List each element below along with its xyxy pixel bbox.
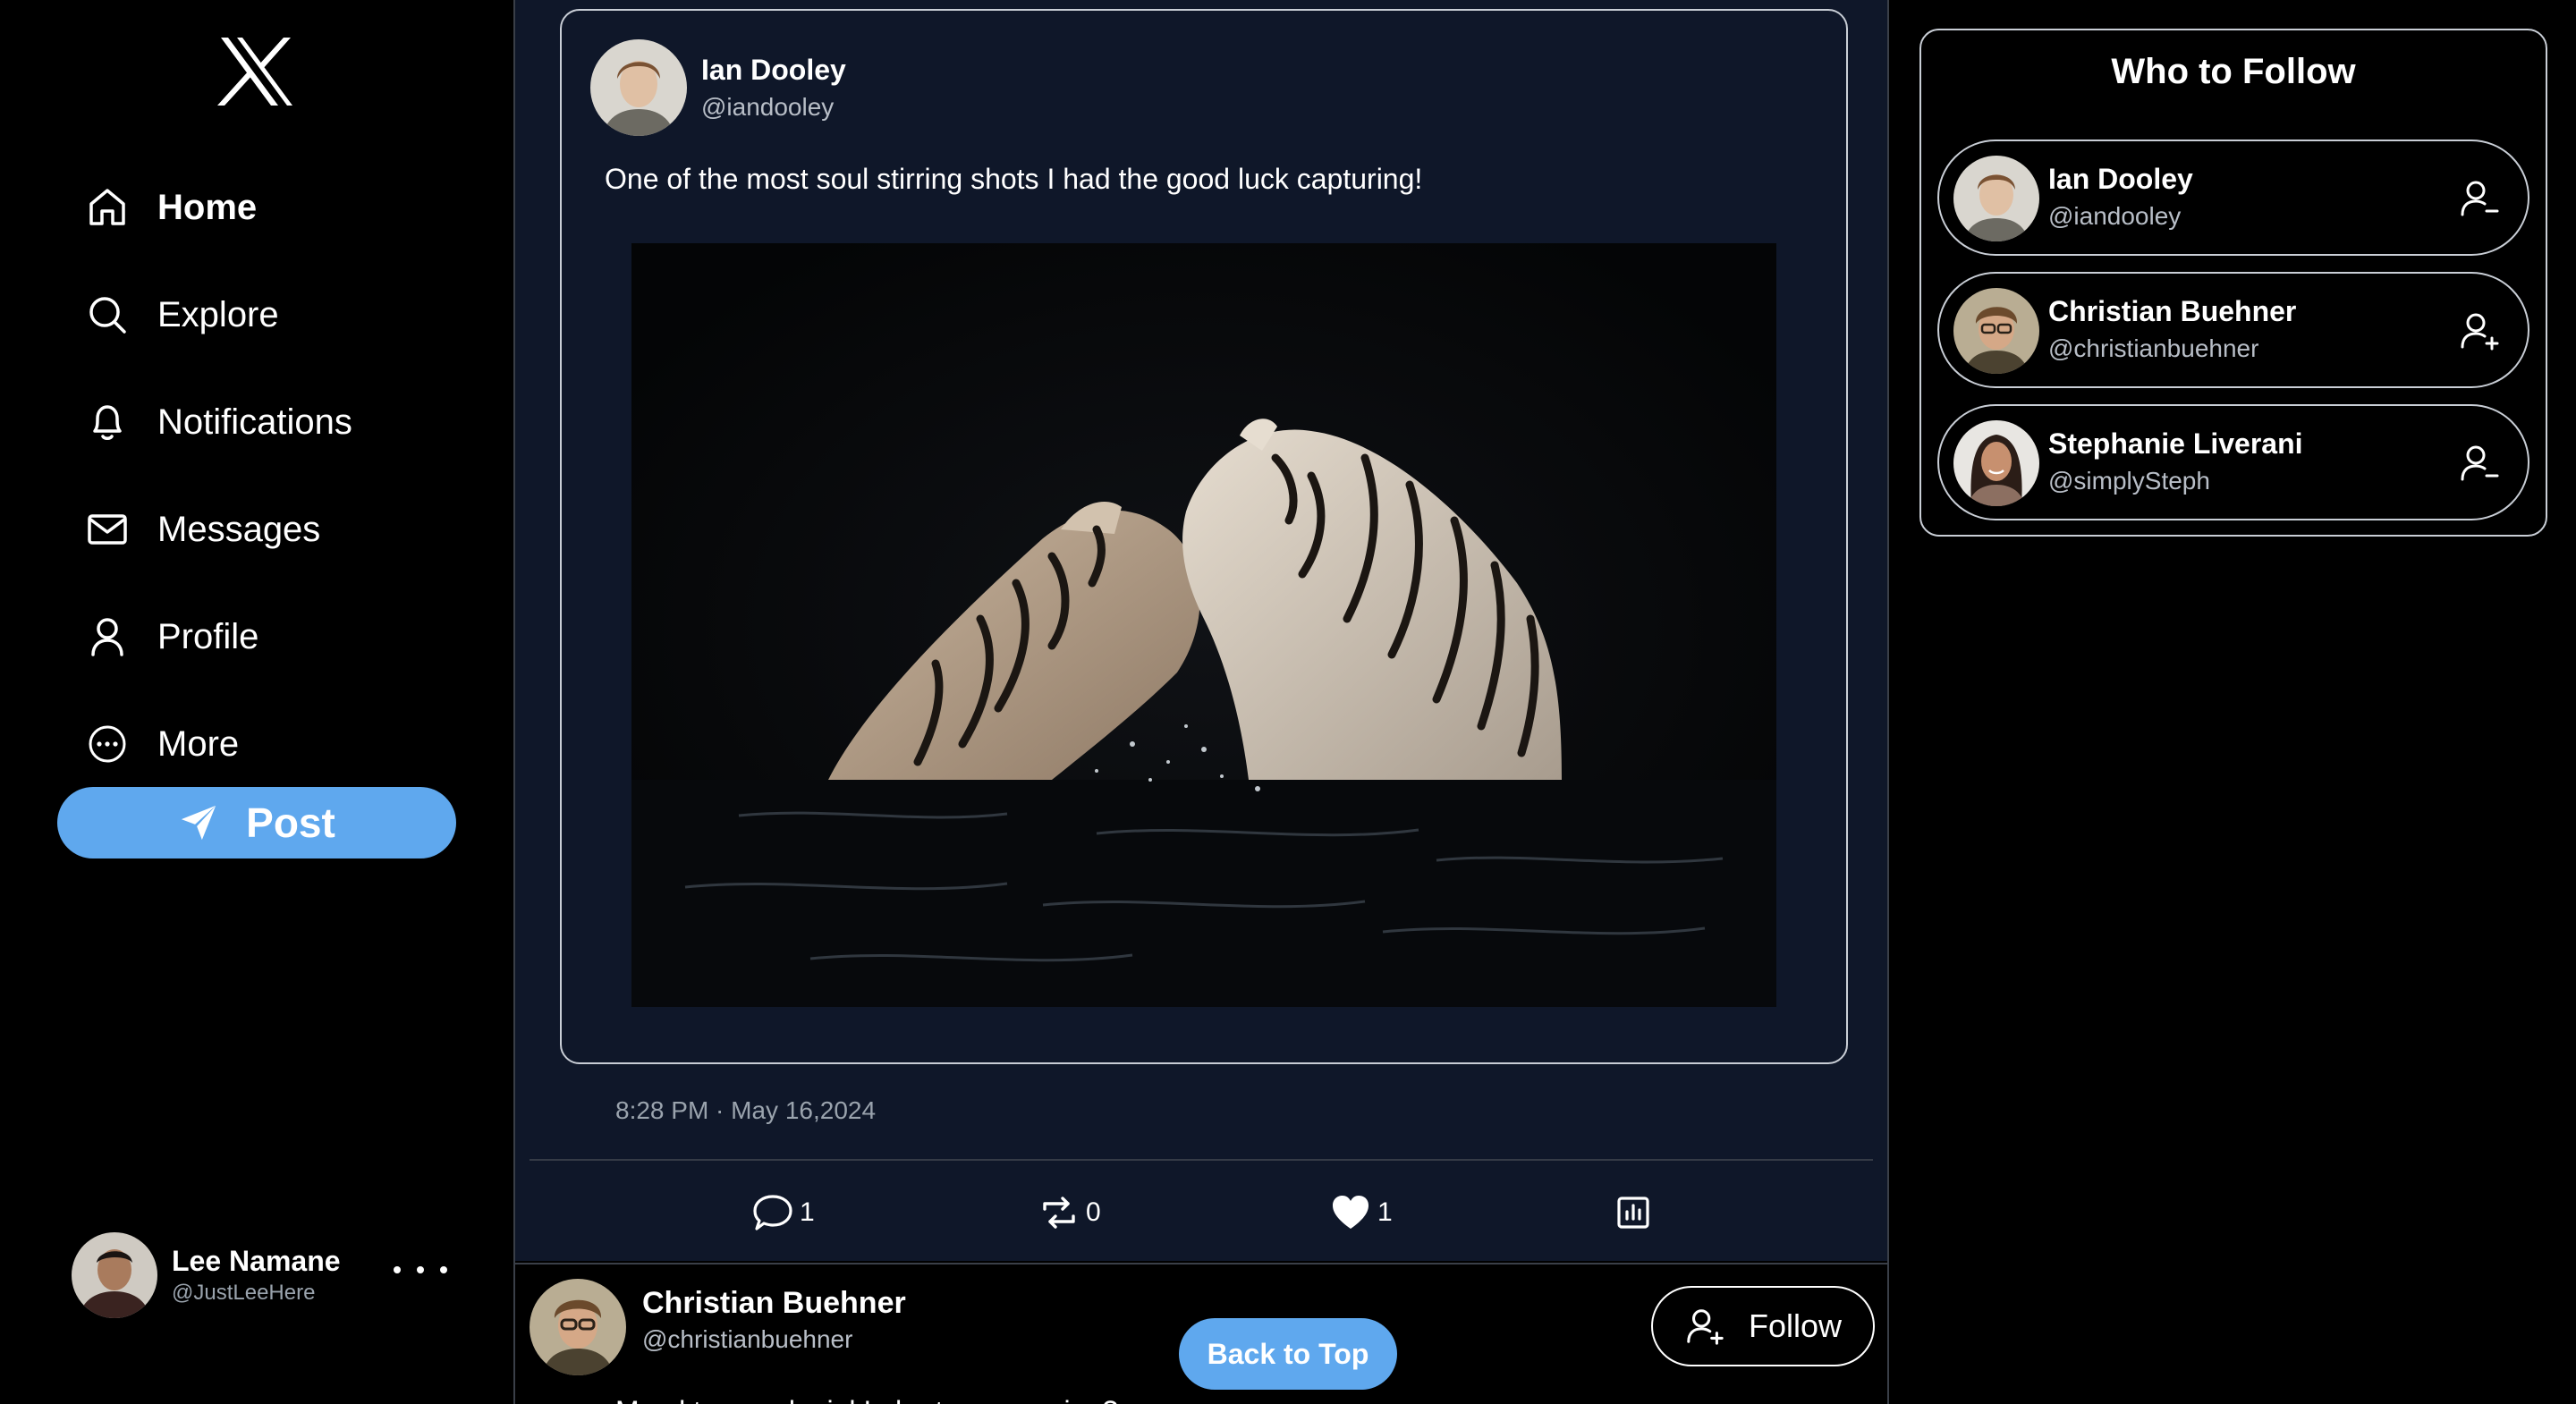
home-icon bbox=[82, 182, 132, 233]
more-options-icon[interactable] bbox=[394, 1252, 447, 1288]
retweet-count: 0 bbox=[1086, 1197, 1101, 1227]
suggestion-handle: @iandooley bbox=[2048, 202, 2182, 230]
tweet-actions: 1 0 1 bbox=[515, 1177, 1887, 1248]
search-icon bbox=[82, 290, 132, 340]
nav-item-more[interactable]: More bbox=[82, 690, 352, 798]
bell-icon bbox=[82, 397, 132, 447]
x-logo-icon[interactable] bbox=[217, 36, 296, 107]
analytics-button[interactable] bbox=[1612, 1188, 1655, 1238]
more-circle-icon bbox=[82, 719, 132, 769]
follow-button[interactable]: Follow bbox=[1651, 1286, 1875, 1366]
panel-title: Who to Follow bbox=[2111, 52, 2356, 91]
like-button[interactable]: 1 bbox=[1329, 1188, 1393, 1238]
post-button[interactable]: Post bbox=[57, 787, 456, 858]
retweet-button[interactable]: 0 bbox=[1038, 1188, 1101, 1238]
suggestion-handle: @christianbuehner bbox=[2048, 334, 2259, 362]
avatar bbox=[1953, 156, 2039, 241]
tweet-thread: Ian Dooley @iandooley One of the most so… bbox=[515, 0, 1887, 1261]
retweet-icon bbox=[1038, 1191, 1080, 1234]
suggestion-handle: @simplySteph bbox=[2048, 467, 2210, 495]
suggestion-name: Christian Buehner bbox=[2048, 295, 2297, 327]
avatar bbox=[72, 1232, 157, 1318]
nav-item-notifications[interactable]: Notifications bbox=[82, 368, 352, 476]
unfollow-user-icon[interactable] bbox=[2458, 177, 2501, 220]
nav-label: More bbox=[157, 723, 240, 764]
like-count: 1 bbox=[1377, 1197, 1393, 1227]
avatar[interactable] bbox=[590, 39, 687, 136]
nav-item-explore[interactable]: Explore bbox=[82, 261, 352, 368]
follow-suggestion[interactable]: Ian Dooley @iandooley bbox=[1937, 140, 2529, 256]
heart-icon bbox=[1329, 1191, 1372, 1234]
nav-label: Home bbox=[157, 187, 258, 227]
timeline: Ian Dooley @iandooley One of the most so… bbox=[513, 0, 1889, 1404]
follow-suggestion[interactable]: Stephanie Liverani @simplySteph bbox=[1937, 404, 2529, 520]
follow-user-icon bbox=[1684, 1306, 1725, 1347]
suggestion-name: Stephanie Liverani bbox=[2048, 427, 2303, 460]
tweet-text: One of the most soul stirring shots I ha… bbox=[605, 163, 1423, 195]
who-to-follow-panel: Who to Follow Ian Dooley @iandooley Chri… bbox=[1919, 29, 2547, 537]
reply-count: 1 bbox=[800, 1197, 815, 1227]
follow-suggestion[interactable]: Christian Buehner @christianbuehner bbox=[1937, 272, 2529, 388]
follow-label: Follow bbox=[1748, 1307, 1843, 1344]
divider bbox=[530, 1159, 1873, 1161]
avatar bbox=[1953, 288, 2039, 374]
avatar bbox=[1953, 420, 2039, 506]
tweet-image[interactable] bbox=[631, 243, 1776, 1007]
nav-label: Messages bbox=[157, 509, 321, 549]
post-label: Post bbox=[246, 799, 335, 846]
comment-icon bbox=[751, 1191, 794, 1234]
user-icon bbox=[82, 612, 132, 662]
avatar[interactable] bbox=[530, 1279, 626, 1375]
tweet-header: Ian Dooley @iandooley bbox=[590, 39, 846, 136]
nav-label: Profile bbox=[157, 616, 259, 656]
main-nav: Home Explore Notifications Messages Prof… bbox=[82, 154, 352, 798]
back-to-top-button[interactable]: Back to Top bbox=[1179, 1318, 1397, 1390]
author-name[interactable]: Ian Dooley bbox=[701, 50, 846, 89]
author-name[interactable]: Christian Buehner bbox=[642, 1286, 906, 1321]
account-handle: @JustLeeHere bbox=[172, 1281, 316, 1305]
nav-item-home[interactable]: Home bbox=[82, 154, 352, 261]
nav-item-profile[interactable]: Profile bbox=[82, 583, 352, 690]
account-name: Lee Namane bbox=[172, 1245, 341, 1277]
suggestion-name: Ian Dooley bbox=[2048, 163, 2193, 195]
mail-icon bbox=[82, 504, 132, 554]
nav-label: Explore bbox=[157, 294, 279, 334]
tweet-text: Mo...l ta...e ...k...i..l I...h...t...e … bbox=[615, 1395, 1118, 1404]
author-handle[interactable]: @christianbuehner bbox=[642, 1325, 852, 1354]
tweet-timestamp: 8:28 PM · May 16,2024 bbox=[615, 1096, 877, 1124]
left-sidebar: Home Explore Notifications Messages Prof… bbox=[0, 0, 513, 1404]
analytics-icon bbox=[1612, 1191, 1655, 1234]
unfollow-user-icon[interactable] bbox=[2458, 442, 2501, 485]
send-icon bbox=[178, 802, 219, 843]
reply-button[interactable]: 1 bbox=[751, 1188, 815, 1238]
account-switcher[interactable]: Lee Namane @JustLeeHere bbox=[72, 1232, 447, 1318]
nav-item-messages[interactable]: Messages bbox=[82, 476, 352, 583]
author-handle[interactable]: @iandooley bbox=[701, 89, 846, 125]
follow-user-icon[interactable] bbox=[2458, 309, 2501, 352]
tweet-card[interactable]: Ian Dooley @iandooley One of the most so… bbox=[560, 9, 1848, 1064]
nav-label: Notifications bbox=[157, 402, 352, 442]
